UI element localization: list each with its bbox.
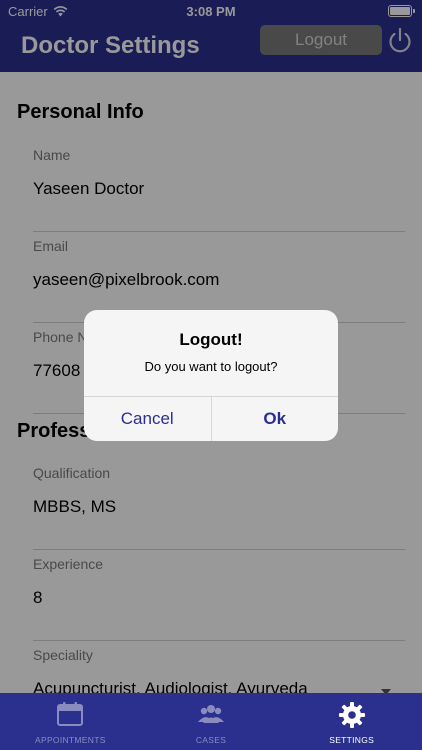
tab-bar: APPOINTMENTS CASES SETTINGS [0,693,422,750]
cancel-button[interactable]: Cancel [84,397,212,441]
tab-label-cases: CASES [195,735,227,745]
tab-label-settings: SETTINGS [329,735,375,745]
tab-appointments[interactable]: APPOINTMENTS [0,693,141,750]
people-icon [198,705,224,723]
tab-cases[interactable]: CASES [141,693,282,750]
logout-alert: Logout! Do you want to logout? Cancel Ok [84,310,338,441]
gear-icon [338,702,365,728]
alert-message: Do you want to logout? [144,359,278,374]
calendar-icon [57,702,84,726]
ok-button[interactable]: Ok [212,397,339,441]
tab-settings[interactable]: SETTINGS [281,693,422,750]
alert-actions: Cancel Ok [84,396,338,441]
alert-title: Logout! [179,330,243,349]
screen: Carrier 3:08 PM Doctor Settings Logout P… [0,0,422,750]
tab-label-appointments: APPOINTMENTS [35,735,106,745]
